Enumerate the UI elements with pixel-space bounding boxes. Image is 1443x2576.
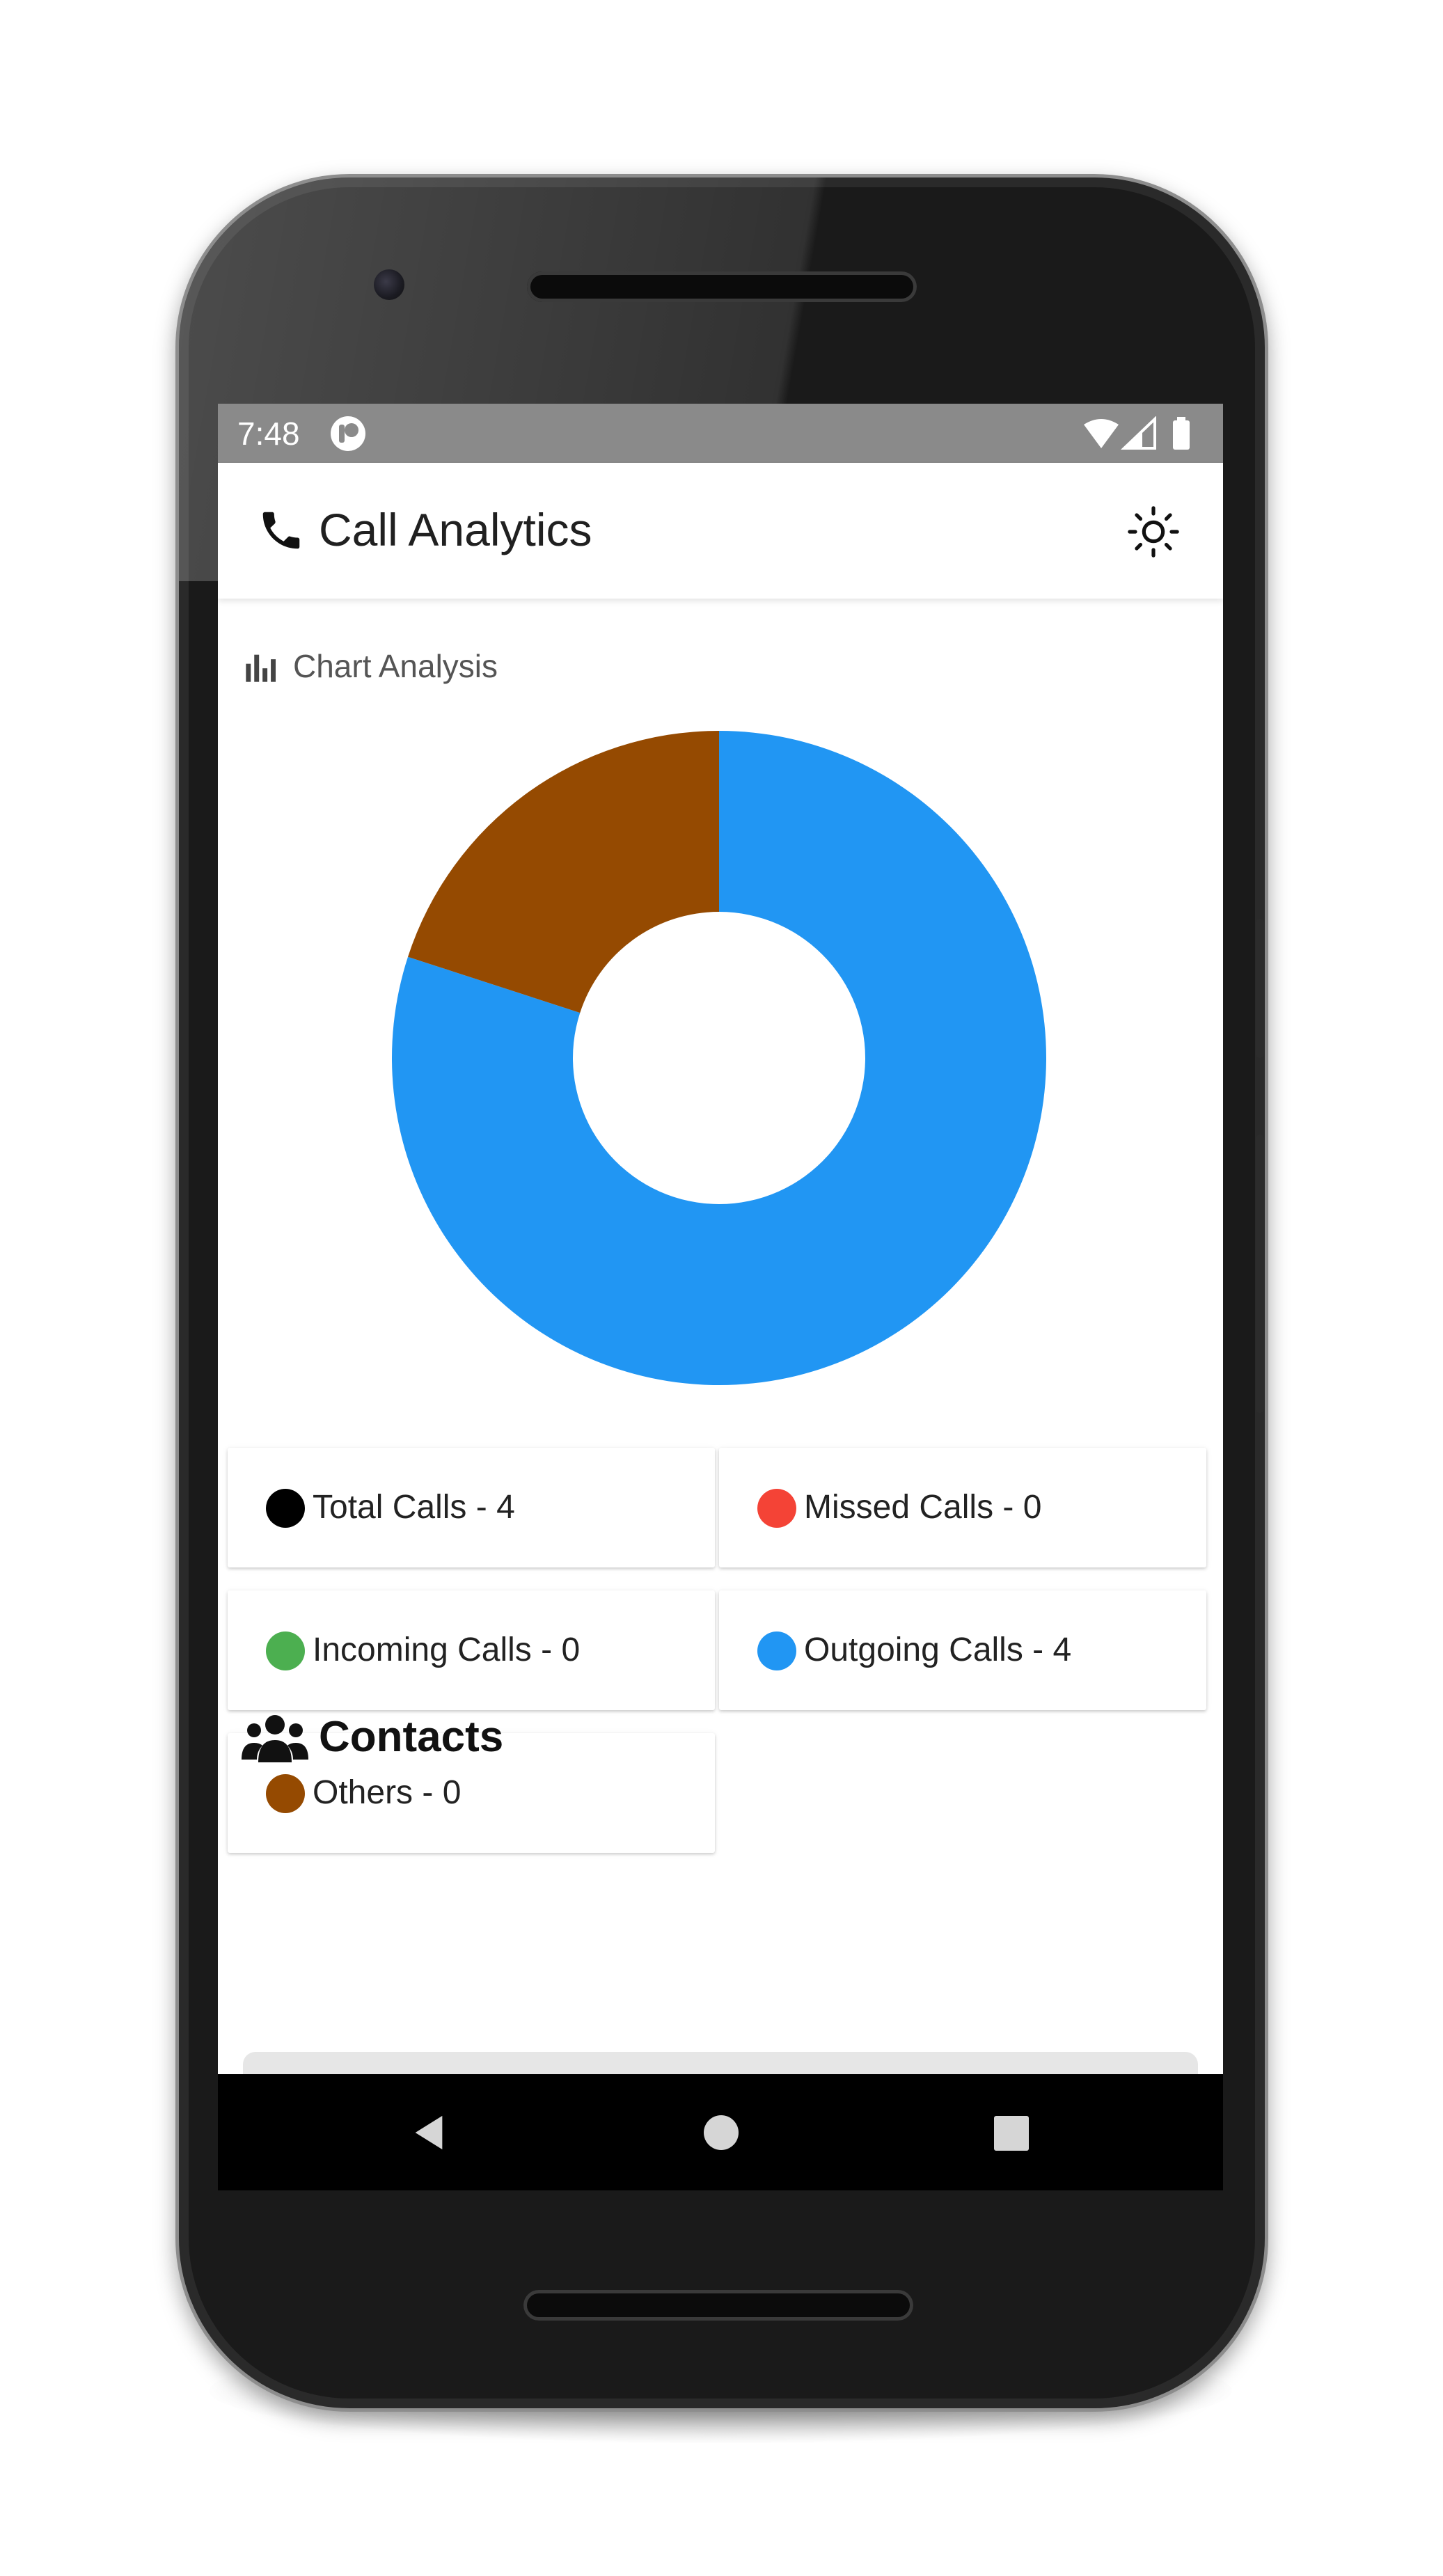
legend-label: Incoming Calls - 0 — [313, 1631, 581, 1668]
legend-card[interactable]: Incoming Calls - 0 — [228, 1590, 715, 1710]
legend-label: Others - 0 — [313, 1774, 462, 1811]
app-screen: 7:48 Call Analytics Chart Analysis Total… — [218, 404, 1223, 2190]
recent-apps-icon[interactable] — [994, 2116, 1029, 2151]
wifi-icon — [1084, 419, 1119, 448]
bottom-speaker — [523, 2290, 913, 2321]
status-bar: 7:48 — [218, 404, 1223, 463]
legend-card[interactable]: Missed Calls - 0 — [719, 1448, 1206, 1567]
home-icon[interactable] — [704, 2115, 739, 2150]
sun-icon[interactable] — [1126, 505, 1181, 559]
legend-color-dot — [266, 1774, 305, 1813]
contacts-title: Contacts — [319, 1713, 504, 1761]
legend-color-dot — [266, 1489, 305, 1528]
app-title: Call Analytics — [319, 504, 592, 555]
donut-chart — [392, 731, 1046, 1385]
legend-color-dot — [757, 1489, 796, 1528]
users-icon — [242, 1715, 308, 1762]
battery-icon — [1173, 420, 1190, 450]
power-button — [1256, 919, 1264, 1058]
status-time: 7:48 — [237, 416, 300, 452]
volume-button — [1256, 1135, 1264, 1413]
phone-icon — [262, 512, 300, 549]
navigation-bar — [218, 2074, 1223, 2190]
legend-card[interactable]: Total Calls - 4 — [228, 1448, 715, 1567]
legend-color-dot — [757, 1631, 796, 1670]
legend-card[interactable]: Outgoing Calls - 4 — [719, 1590, 1206, 1710]
donut-slice-others[interactable] — [408, 731, 719, 1013]
back-icon[interactable] — [409, 2112, 449, 2153]
app-bar: Call Analytics — [218, 463, 1223, 599]
front-camera — [374, 269, 404, 300]
notification-app-icon — [331, 416, 365, 451]
bar-chart-icon — [246, 654, 276, 682]
legend-label: Total Calls - 4 — [313, 1489, 515, 1526]
legend-color-dot — [266, 1631, 305, 1670]
earpiece-speaker — [527, 271, 917, 302]
legend-label: Missed Calls - 0 — [804, 1489, 1042, 1526]
legend-label: Outgoing Calls - 4 — [804, 1631, 1072, 1668]
status-icons — [1084, 416, 1190, 450]
chart-section-title: Chart Analysis — [293, 648, 498, 684]
